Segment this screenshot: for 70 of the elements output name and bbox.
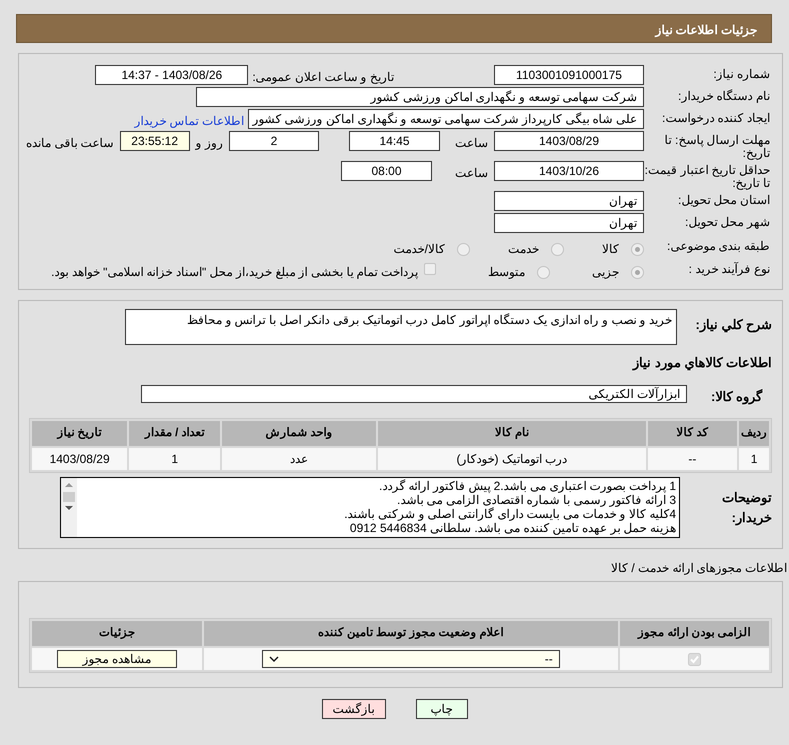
radio-button[interactable] bbox=[537, 266, 550, 278]
column-header: نام کالا bbox=[378, 421, 646, 446]
radio-button[interactable] bbox=[631, 266, 644, 278]
column-header: کد کالا bbox=[648, 421, 738, 446]
section-title: اطلاعات کالاهاي مورد نياز bbox=[631, 354, 772, 372]
chevron-icon bbox=[268, 656, 279, 662]
description-textarea[interactable]: خرید و نصب و راه اندازی یک دستگاه اپراتور کامل درب اتوماتیک برقی دانکر اصل با ترانس و محافظ bbox=[125, 309, 677, 345]
field-label: نام دستگاه خریدار: bbox=[676, 88, 771, 103]
input-field[interactable]: تهران bbox=[494, 191, 644, 211]
input-field[interactable]: 1403/08/29 bbox=[494, 131, 644, 151]
column-header: تعداد / مقدار bbox=[129, 421, 220, 446]
radio-button[interactable] bbox=[551, 242, 564, 256]
option-label: جزیی bbox=[592, 264, 619, 281]
column-header: الزامی بودن ارائه مجوز bbox=[620, 621, 769, 646]
input-field[interactable]: 2 bbox=[229, 131, 319, 151]
notes-textarea[interactable]: 1 پرداخت بصورت اعتباری می باشد.2 پیش فاکتور ارائه گردد. 3 ارائه فاکتور رسمی با شماره اقتصادی الزامی می باشد. 4کلیه کالا و خدمات می بایست دارای گارانتی اصلی و شرکتی باشند. هزینه حمل بر عهده تامین کننده می باشد. سلطانی 5446834 0912 bbox=[60, 477, 680, 538]
back-button[interactable]: بازگشت bbox=[322, 699, 386, 719]
input-field[interactable]: علی شاه بیگی کارپرداز شرکت سهامی توسعه و نگهداری اماکن ورزشی کشور bbox=[248, 109, 644, 129]
input-field[interactable]: تهران bbox=[494, 213, 644, 233]
option-label: خدمت bbox=[508, 241, 539, 258]
field-label: ساعت باقی مانده bbox=[24, 135, 115, 152]
table-cell: درب اتوماتیک (خودکار) bbox=[378, 448, 646, 470]
contact-link[interactable]: اطلاعات تماس خریدار bbox=[134, 109, 248, 130]
input-field[interactable]: 08:00 bbox=[341, 161, 432, 181]
field-label: شهر محل تحویل: bbox=[684, 214, 771, 229]
table-cell: عدد bbox=[222, 448, 376, 470]
scrollbar[interactable] bbox=[61, 478, 77, 537]
countdown-field[interactable]: 23:55:12 bbox=[120, 131, 190, 151]
column-header: جزئیات bbox=[32, 621, 202, 646]
field-label: استان محل تحویل: bbox=[676, 192, 771, 207]
field-label: مهلت ارسال پاسخ: تا تاریخ: bbox=[664, 132, 771, 160]
checkbox[interactable] bbox=[688, 653, 701, 666]
radio-button[interactable] bbox=[631, 242, 644, 256]
field-label: روز و bbox=[194, 135, 224, 152]
checkbox[interactable] bbox=[424, 263, 436, 275]
input-field[interactable]: شرکت سهامی توسعه و نگهداری اماکن ورزشی کشور bbox=[196, 87, 644, 107]
field-label: توضیحات خریدار: bbox=[721, 489, 772, 527]
view-permit-button[interactable]: مشاهده مجوز bbox=[56, 650, 177, 668]
input-field[interactable]: 1103001091000175 bbox=[494, 65, 644, 85]
column-header: ردیف bbox=[739, 421, 769, 446]
field-label: ایجاد کننده درخواست: bbox=[660, 110, 771, 125]
field-label: طبقه بندی موضوعی: bbox=[666, 238, 771, 253]
input-field[interactable]: 1403/08/26 - 14:37 bbox=[95, 65, 248, 85]
table-cell: 1403/08/29 bbox=[32, 448, 128, 470]
field-label: ساعت bbox=[454, 165, 489, 182]
column-header: تاریخ نیاز bbox=[32, 421, 128, 446]
page-title: جزئیات اطلاعات نیاز bbox=[16, 14, 772, 43]
print-button[interactable]: چاپ bbox=[416, 699, 468, 719]
field-label: گروه کالا: bbox=[710, 388, 764, 406]
checkbox-label: پرداخت تمام یا بخشی از مبلغ خرید،از محل "اسناد خزانه اسلامی" خواهد بود. bbox=[51, 264, 418, 281]
field-label: نوع فرآیند خرید : bbox=[688, 261, 771, 276]
column-header: اعلام وضعیت مجوز توسط تامین کننده bbox=[204, 621, 618, 646]
input-field[interactable]: 14:45 bbox=[349, 131, 440, 151]
field-label: شماره نیاز: bbox=[712, 66, 771, 81]
field-label: ساعت bbox=[454, 135, 489, 152]
option-label: متوسط bbox=[488, 264, 525, 281]
field-label: تاریخ و ساعت اعلان عمومی: bbox=[251, 69, 394, 86]
field-label: شرح کلي نياز: bbox=[694, 316, 772, 334]
status-dropdown[interactable]: -- bbox=[262, 650, 560, 668]
radio-button[interactable] bbox=[457, 242, 470, 256]
table-cell: 1 bbox=[129, 448, 220, 470]
input-field[interactable]: 1403/10/26 bbox=[494, 161, 644, 181]
column-header: واحد شمارش bbox=[222, 421, 376, 446]
input-field[interactable]: ابزارآلات الکتریکی bbox=[141, 384, 687, 402]
option-label: کالا bbox=[602, 241, 619, 258]
table-cell: -- bbox=[648, 448, 738, 470]
option-label: کالا/خدمت bbox=[394, 241, 445, 258]
field-label: حداقل تاریخ اعتبار قیمت: تا تاریخ: bbox=[644, 162, 771, 190]
section-title: اطلاعات مجوزهای ارائه خدمت / کالا bbox=[610, 560, 787, 577]
table-cell: 1 bbox=[739, 448, 769, 470]
